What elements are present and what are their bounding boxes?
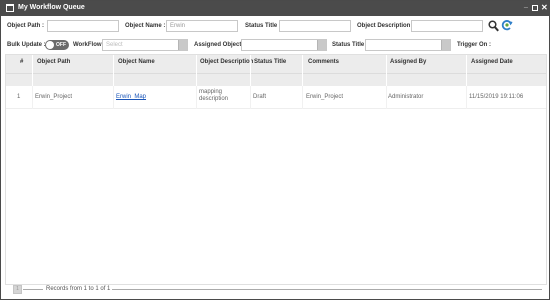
window-title: My Workflow Queue xyxy=(18,4,85,11)
cell-object-path: Erwin_Project xyxy=(35,94,73,100)
records-count: Records from 1 to 1 of 1 xyxy=(46,286,111,292)
object-name-link[interactable]: Erwin_Map xyxy=(116,94,146,101)
column-header-number[interactable]: # xyxy=(20,58,23,66)
cell-assigned-date: 11/15/2019 19:11:06 xyxy=(469,94,524,100)
title-bar: My Workflow Queue _ ✕ xyxy=(1,1,549,16)
workflow-placeholder: Select xyxy=(106,42,123,48)
column-header-object-path[interactable]: Object Path xyxy=(37,58,70,66)
workflow-grid: # Object Path Object Name Object Descrip… xyxy=(5,54,547,285)
refresh-icon[interactable] xyxy=(501,19,513,31)
minimize-button[interactable]: _ xyxy=(524,2,528,9)
maximize-button[interactable] xyxy=(532,5,538,11)
bulk-update-toggle[interactable]: OFF xyxy=(45,40,69,50)
row-column-divider xyxy=(113,86,114,109)
toggle-state-text: OFF xyxy=(56,42,66,48)
column-divider xyxy=(386,55,387,86)
toggle-knob xyxy=(46,41,54,49)
header-filter-divider xyxy=(6,73,546,74)
column-header-comments[interactable]: Comments xyxy=(308,58,339,66)
column-divider xyxy=(196,55,197,86)
row-column-divider xyxy=(466,86,467,109)
column-header-object-name[interactable]: Object Name xyxy=(118,58,155,66)
bulk-update-label: Bulk Update : xyxy=(7,42,46,48)
close-button[interactable]: ✕ xyxy=(541,3,548,12)
workflow-queue-window: My Workflow Queue _ ✕ Object Path : Obje… xyxy=(0,0,550,300)
column-header-assigned-date[interactable]: Assigned Date xyxy=(471,58,513,66)
column-divider xyxy=(113,55,114,86)
column-divider xyxy=(32,55,33,86)
workflow-select[interactable]: Select xyxy=(102,39,188,51)
object-path-input[interactable] xyxy=(47,20,119,32)
dropdown-arrow-icon xyxy=(317,40,326,50)
column-divider xyxy=(466,55,467,86)
column-header-status-title[interactable]: Status Title xyxy=(254,58,286,66)
pager-line xyxy=(112,289,542,290)
window-icon xyxy=(6,4,14,12)
row-column-divider xyxy=(386,86,387,109)
search-icon[interactable] xyxy=(488,20,499,32)
row-column-divider xyxy=(32,86,33,109)
cell-number: 1 xyxy=(17,94,21,100)
dropdown-arrow-icon xyxy=(178,40,187,50)
status-title-input[interactable] xyxy=(279,20,351,32)
row-column-divider xyxy=(196,86,197,109)
table-row[interactable]: 1 Erwin_Project Erwin_Map mapping descri… xyxy=(6,86,546,109)
object-name-input[interactable]: Erwin xyxy=(166,20,238,32)
column-header-assigned-by[interactable]: Assigned By xyxy=(390,58,426,66)
page-button[interactable]: 1 xyxy=(13,285,22,294)
grid-header: # Object Path Object Name Object Descrip… xyxy=(6,55,546,86)
status-title-label: Status Title : xyxy=(245,23,281,29)
column-divider xyxy=(302,55,303,86)
object-description-label: Object Description : xyxy=(357,23,415,29)
object-path-label: Object Path : xyxy=(7,23,45,29)
cell-comments: Erwin_Project xyxy=(306,94,344,100)
object-name-label: Object Name : xyxy=(125,23,166,29)
assigned-status-title-select[interactable] xyxy=(365,39,451,51)
cell-status-title: Draft xyxy=(253,94,267,100)
workflow-label: WorkFlow : xyxy=(73,42,106,48)
cell-assigned-by: Administrator xyxy=(388,94,424,100)
column-header-object-description[interactable]: Object Description xyxy=(200,58,253,66)
pager: 1 Records from 1 to 1 of 1 xyxy=(13,285,543,295)
trigger-on-label: Trigger On : xyxy=(457,42,492,48)
row-column-divider xyxy=(302,86,303,109)
cell-object-description: mapping description xyxy=(199,89,229,102)
dropdown-arrow-icon xyxy=(441,40,450,50)
assigned-object-select[interactable] xyxy=(241,39,327,51)
assigned-status-title-label: Status Title : xyxy=(332,42,368,48)
column-divider xyxy=(250,55,251,86)
object-description-input[interactable] xyxy=(411,20,483,32)
pager-line xyxy=(23,289,43,290)
assigned-object-label: Assigned Object : xyxy=(194,42,246,48)
row-column-divider xyxy=(250,86,251,109)
